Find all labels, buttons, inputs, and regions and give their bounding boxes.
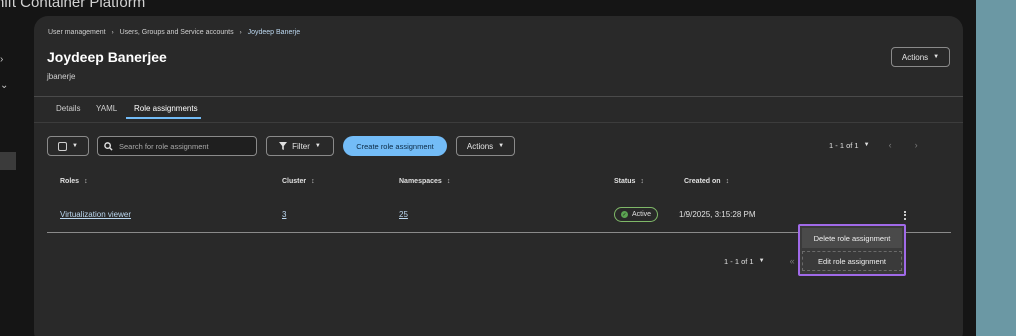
filter-icon bbox=[279, 142, 288, 150]
column-header-created-on[interactable]: Created on ↕ bbox=[684, 178, 729, 185]
header-actions-button[interactable]: Actions ▼ bbox=[891, 47, 950, 67]
pagination-bottom-toggle[interactable]: 1 - 1 of 1 bbox=[724, 257, 754, 266]
pagination-top: 1 - 1 of 1 ▼ ‹ › bbox=[829, 140, 918, 150]
column-header-namespaces-label: Namespaces bbox=[399, 178, 442, 185]
first-page-icon[interactable]: « bbox=[790, 256, 795, 266]
column-header-status[interactable]: Status ↕ bbox=[614, 178, 644, 185]
column-header-cluster[interactable]: Cluster ↕ bbox=[282, 178, 315, 185]
caret-down-icon[interactable]: ▼ bbox=[864, 142, 870, 148]
breadcrumb: User management › Users, Groups and Serv… bbox=[48, 29, 300, 36]
caret-down-icon: ▼ bbox=[314, 143, 321, 149]
column-header-created-on-label: Created on bbox=[684, 178, 721, 185]
check-circle-icon: ✓ bbox=[621, 211, 628, 218]
edit-role-assignment-item[interactable]: Edit role assignment bbox=[802, 251, 902, 271]
app-title: hift Container Platform bbox=[0, 0, 146, 11]
breadcrumb-current: Joydeep Banerje bbox=[247, 29, 301, 36]
caret-down-icon: ▼ bbox=[498, 143, 505, 149]
caret-down-icon: ▼ bbox=[933, 54, 940, 60]
page-title: Joydeep Banerjee bbox=[47, 49, 167, 65]
side-panel bbox=[976, 0, 1016, 336]
nav-chevron-down-icon[interactable]: ⌄ bbox=[0, 80, 8, 91]
kebab-icon[interactable] bbox=[900, 207, 910, 223]
create-role-assignment-button[interactable]: Create role assignment bbox=[343, 136, 447, 156]
search-input[interactable] bbox=[119, 141, 249, 151]
sort-icon[interactable]: ↕ bbox=[311, 178, 315, 185]
tab-active-indicator bbox=[126, 117, 201, 119]
page-subtitle: jbanerje bbox=[47, 72, 76, 81]
search-icon bbox=[104, 141, 113, 151]
column-header-roles[interactable]: Roles ↕ bbox=[60, 178, 88, 185]
delete-role-assignment-item[interactable]: Delete role assignment bbox=[802, 228, 902, 248]
prev-page-icon[interactable]: ‹ bbox=[889, 140, 892, 150]
filter-label: Filter bbox=[292, 141, 310, 151]
breadcrumb-users-groups[interactable]: Users, Groups and Service accounts bbox=[120, 29, 234, 36]
created-on-value: 1/9/2025, 3:15:28 PM bbox=[679, 210, 756, 219]
sort-icon[interactable]: ↕ bbox=[447, 178, 451, 185]
sort-icon[interactable]: ↕ bbox=[726, 178, 730, 185]
toolbar-actions-label: Actions bbox=[466, 141, 494, 151]
filter-button[interactable]: Filter ▼ bbox=[266, 136, 334, 156]
tab-details[interactable]: Details bbox=[56, 104, 80, 113]
role-link[interactable]: Virtualization viewer bbox=[60, 210, 131, 219]
nav-active-item[interactable] bbox=[0, 152, 16, 170]
nav-chevron-right-icon[interactable]: › bbox=[0, 54, 3, 65]
bulk-select-checkbox[interactable] bbox=[58, 141, 68, 151]
tabs-divider bbox=[34, 96, 963, 97]
breadcrumb-separator-icon: › bbox=[239, 29, 242, 36]
column-header-namespaces[interactable]: Namespaces ↕ bbox=[399, 178, 450, 185]
sort-icon[interactable]: ↕ bbox=[84, 178, 88, 185]
namespaces-link[interactable]: 25 bbox=[399, 210, 408, 219]
caret-down-icon[interactable]: ▼ bbox=[759, 258, 765, 264]
pagination-toggle[interactable]: 1 - 1 of 1 bbox=[829, 141, 859, 150]
main-card: User management › Users, Groups and Serv… bbox=[34, 16, 963, 336]
bulk-select-dropdown[interactable]: ▼ bbox=[47, 136, 89, 156]
tab-role-assignments[interactable]: Role assignments bbox=[134, 104, 198, 113]
caret-down-icon: ▼ bbox=[72, 143, 78, 149]
column-header-status-label: Status bbox=[614, 178, 636, 185]
next-page-icon[interactable]: › bbox=[915, 140, 918, 150]
status-badge: ✓ Active bbox=[614, 207, 659, 222]
toolbar-divider bbox=[34, 122, 963, 123]
toolbar-actions-button[interactable]: Actions ▼ bbox=[456, 136, 515, 156]
column-header-cluster-label: Cluster bbox=[282, 178, 307, 185]
header-actions-label: Actions bbox=[901, 52, 929, 62]
column-header-roles-label: Roles bbox=[60, 178, 80, 185]
sort-icon[interactable]: ↕ bbox=[640, 178, 644, 185]
breadcrumb-user-management[interactable]: User management bbox=[48, 29, 106, 36]
cluster-link[interactable]: 3 bbox=[282, 210, 286, 219]
search-box bbox=[97, 136, 257, 156]
tab-yaml[interactable]: YAML bbox=[96, 104, 117, 113]
status-label: Active bbox=[632, 211, 652, 218]
breadcrumb-separator-icon: › bbox=[111, 29, 114, 36]
row-actions-menu: Delete role assignment Edit role assignm… bbox=[798, 224, 906, 276]
